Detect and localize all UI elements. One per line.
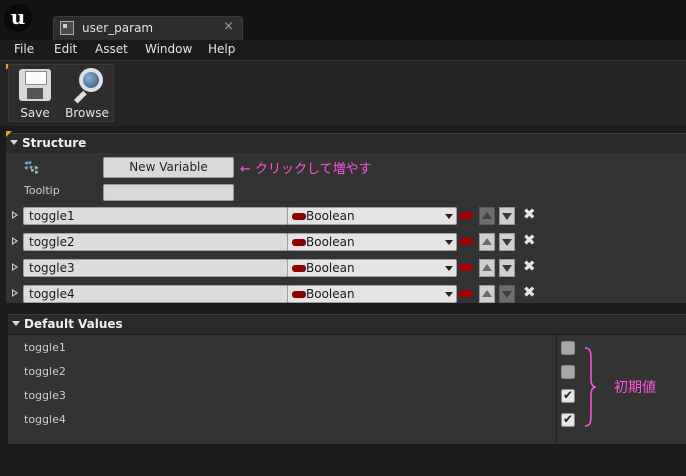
unreal-logo-icon: u — [4, 4, 32, 32]
delete-variable-icon[interactable]: ✖ — [523, 283, 536, 301]
toggle3-checkbox[interactable] — [561, 388, 575, 403]
boolean-pin-icon — [292, 265, 306, 272]
move-up-button[interactable] — [479, 259, 495, 277]
variable-type-label: Boolean — [306, 287, 355, 301]
variable-row: toggle3 Boolean ✖ — [6, 257, 686, 279]
boolean-pin-icon — [292, 239, 306, 246]
browse-button[interactable]: Browse — [61, 65, 113, 123]
close-tab-icon[interactable]: × — [223, 19, 234, 34]
variable-name-input[interactable]: toggle3 — [23, 259, 288, 277]
move-up-button[interactable] — [479, 285, 495, 303]
chevron-down-icon — [445, 266, 453, 271]
tab-title: user_param — [82, 21, 154, 35]
container-type-pin-icon[interactable] — [459, 290, 473, 297]
variable-row: toggle2 Boolean ✖ — [6, 231, 686, 253]
toggle1-checkbox[interactable] — [561, 341, 575, 355]
save-label: Save — [20, 106, 50, 120]
save-disk-icon — [19, 69, 51, 101]
chevron-down-icon — [445, 292, 453, 297]
variable-type-label: Boolean — [306, 235, 355, 249]
menu-asset[interactable]: Asset — [95, 42, 128, 56]
footer-area — [0, 444, 686, 476]
chevron-down-icon — [445, 214, 453, 219]
variable-type-dropdown[interactable]: Boolean — [287, 259, 457, 277]
structure-asset-icon — [60, 21, 74, 35]
title-bar: u user_param × — [0, 0, 686, 40]
collapse-triangle-icon — [12, 321, 20, 326]
structure-title: Structure — [22, 136, 87, 150]
default-values-title: Default Values — [24, 317, 123, 331]
menu-window[interactable]: Window — [145, 42, 192, 56]
menu-help[interactable]: Help — [208, 42, 235, 56]
toggle4-checkbox[interactable] — [561, 412, 575, 427]
chevron-down-icon — [445, 240, 453, 245]
variable-type-label: Boolean — [306, 209, 355, 223]
magnifier-icon — [71, 68, 103, 104]
variable-name-input[interactable]: toggle1 — [23, 207, 288, 225]
move-up-button[interactable] — [479, 233, 495, 251]
expand-arrow-icon[interactable] — [12, 263, 18, 271]
boolean-pin-icon — [292, 291, 306, 298]
column-divider[interactable] — [556, 335, 557, 444]
container-type-pin-icon[interactable] — [459, 212, 473, 219]
move-down-button[interactable] — [499, 233, 515, 251]
expand-arrow-icon[interactable] — [12, 237, 18, 245]
delete-variable-icon[interactable]: ✖ — [523, 257, 536, 275]
variable-row: toggle1 Boolean ✖ — [6, 205, 686, 227]
structure-header[interactable]: Structure — [6, 133, 686, 153]
panel-corner-marker — [6, 131, 12, 137]
move-down-button[interactable] — [499, 259, 515, 277]
move-down-button[interactable] — [499, 285, 515, 303]
menu-edit[interactable]: Edit — [54, 42, 77, 56]
variable-row: toggle4 Boolean ✖ — [6, 283, 686, 305]
variable-name-input[interactable]: toggle4 — [23, 285, 288, 303]
move-down-button[interactable] — [499, 207, 515, 225]
variable-type-dropdown[interactable]: Boolean — [287, 233, 457, 251]
boolean-pin-icon — [292, 213, 306, 220]
container-type-pin-icon[interactable] — [459, 238, 473, 245]
variable-name-input[interactable]: toggle2 — [23, 233, 288, 251]
variables-gear-icon — [24, 161, 40, 175]
default-value-label: toggle1 — [24, 341, 66, 354]
collapse-triangle-icon — [10, 140, 18, 145]
tooltip-label: Tooltip — [24, 184, 60, 197]
variable-type-label: Boolean — [306, 261, 355, 275]
delete-variable-icon[interactable]: ✖ — [523, 205, 536, 223]
expand-arrow-icon[interactable] — [12, 211, 18, 219]
expand-arrow-icon[interactable] — [12, 289, 18, 297]
move-up-button[interactable] — [479, 207, 495, 225]
default-values-annotation: 初期値 — [614, 380, 656, 396]
delete-variable-icon[interactable]: ✖ — [523, 231, 536, 249]
toolbar-group: Save Browse — [8, 64, 114, 122]
toggle2-checkbox[interactable] — [561, 365, 575, 379]
new-variable-annotation: ← クリックして増やす — [240, 162, 372, 177]
default-value-label: toggle4 — [24, 413, 66, 426]
default-value-label: toggle3 — [24, 389, 66, 402]
asset-tab[interactable]: user_param × — [53, 16, 243, 40]
default-value-label: toggle2 — [24, 365, 66, 378]
variable-type-dropdown[interactable]: Boolean — [287, 207, 457, 225]
default-values-header[interactable]: Default Values — [8, 314, 686, 334]
container-type-pin-icon[interactable] — [459, 264, 473, 271]
tooltip-input[interactable] — [103, 184, 234, 201]
variable-type-dropdown[interactable]: Boolean — [287, 285, 457, 303]
annotation-brace — [584, 347, 597, 427]
menu-file[interactable]: File — [14, 42, 34, 56]
browse-label: Browse — [65, 106, 109, 120]
new-variable-button[interactable]: New Variable — [103, 157, 234, 178]
menu-bar: File Edit Asset Window Help — [0, 40, 686, 60]
save-button[interactable]: Save — [9, 65, 61, 123]
